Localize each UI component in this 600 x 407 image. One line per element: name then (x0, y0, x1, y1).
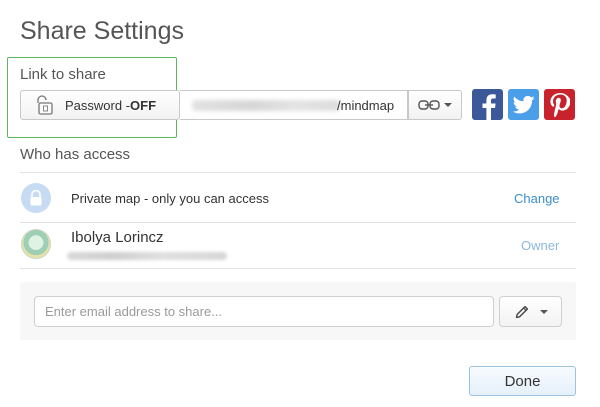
change-access-link[interactable]: Change (514, 191, 560, 206)
user-name: Ibolya Lorincz (71, 229, 164, 246)
permission-dropdown-button[interactable] (499, 296, 562, 327)
private-map-text: Private map - only you can access (71, 191, 269, 206)
pinterest-icon (549, 92, 570, 117)
facebook-icon (482, 94, 496, 120)
link-to-share-label: Link to share (20, 66, 106, 83)
owner-role-label: Owner (521, 238, 560, 253)
who-has-access-label: Who has access (20, 146, 131, 163)
twitter-icon (512, 95, 535, 113)
unlocked-padlock-icon (37, 95, 53, 115)
pencil-icon (515, 305, 528, 318)
password-state: OFF (130, 97, 157, 113)
blurred-url-prefix (192, 100, 340, 111)
private-map-avatar (21, 183, 51, 213)
user-avatar (21, 229, 51, 259)
lock-icon (30, 189, 42, 206)
chevron-down-icon (444, 103, 452, 107)
password-toggle-button[interactable]: Password - OFF (20, 90, 180, 120)
pinterest-share-button[interactable] (544, 89, 575, 120)
blurred-user-email (67, 252, 227, 260)
email-share-input[interactable] (34, 296, 494, 327)
divider (20, 268, 576, 269)
share-url-text: /mindmap (337, 98, 395, 113)
share-url-field[interactable]: /mindmap (180, 90, 408, 120)
dialog-title: Share Settings (20, 17, 184, 45)
chain-link-icon (418, 100, 440, 110)
done-button[interactable]: Done (469, 366, 576, 396)
password-label: Password - (65, 97, 131, 113)
chevron-down-icon (539, 309, 548, 314)
twitter-share-button[interactable] (508, 89, 539, 120)
facebook-share-button[interactable] (472, 89, 503, 120)
divider (20, 172, 576, 173)
divider (20, 222, 576, 223)
link-options-button[interactable] (408, 90, 462, 120)
